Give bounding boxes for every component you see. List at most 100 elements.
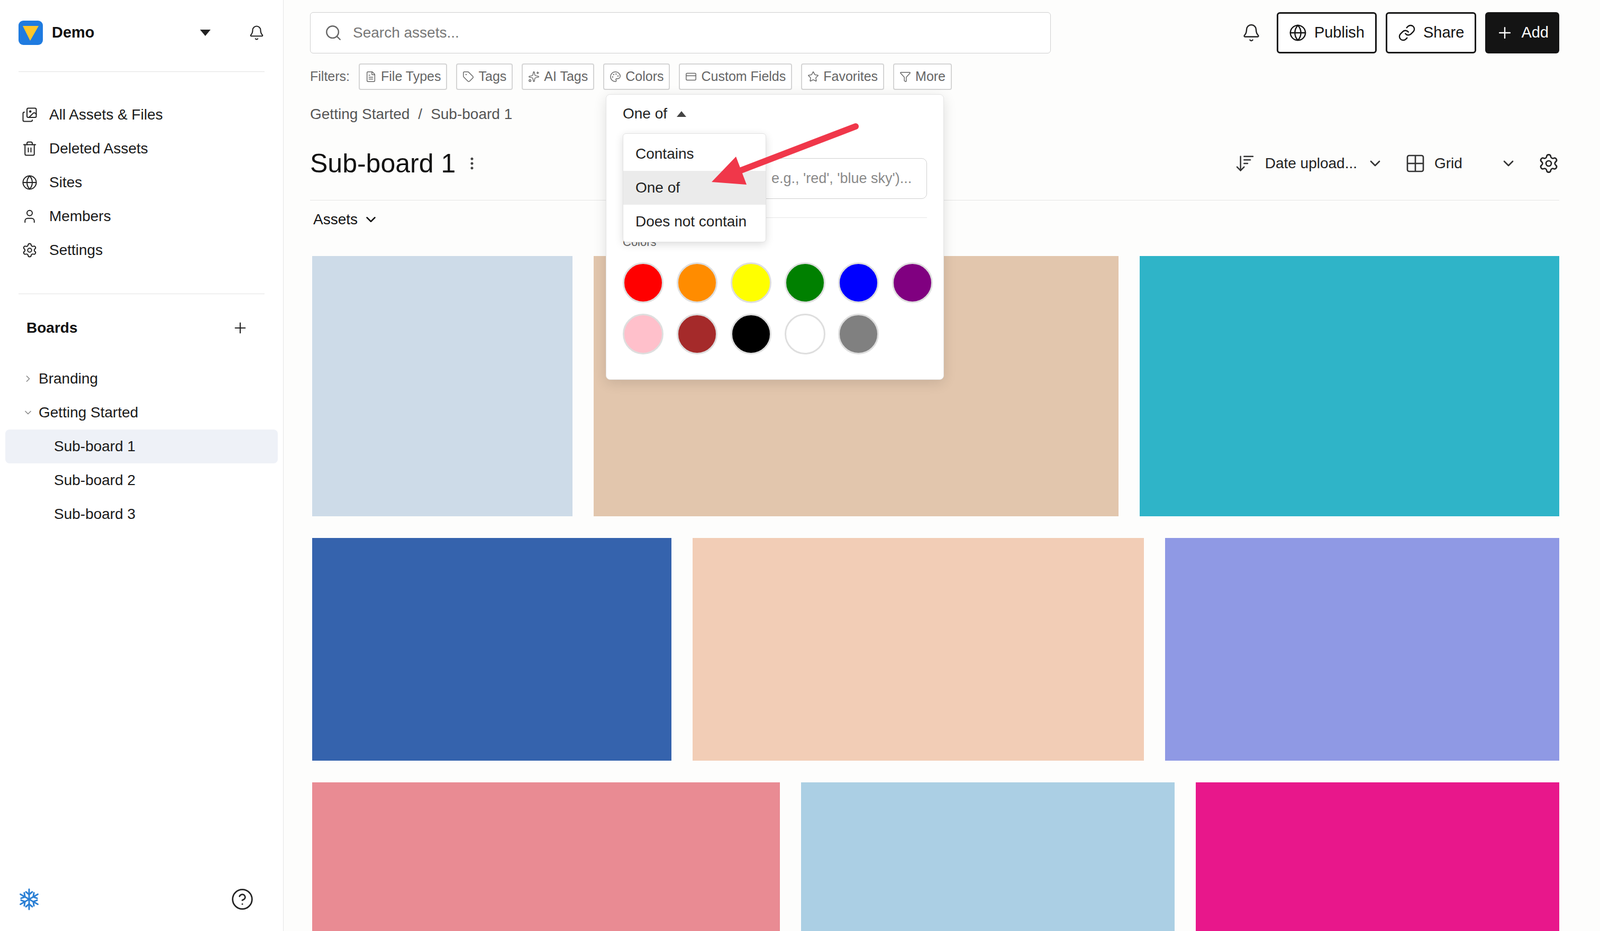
operator-option[interactable]: Does not contain (623, 204, 766, 239)
nav-item[interactable]: All Assets & Files (18, 97, 265, 132)
board-item[interactable]: Branding (5, 361, 278, 396)
asset-row (312, 538, 1560, 761)
chevron-right-icon[interactable] (22, 373, 34, 385)
asset-tile[interactable] (312, 538, 672, 761)
ai-icon (528, 70, 540, 83)
board-title: Sub-board 1 (310, 143, 456, 184)
filter-chip[interactable]: Favorites (801, 63, 885, 90)
filter-chip[interactable]: Custom Fields (678, 63, 793, 90)
board-item[interactable]: Sub-board 2 (5, 463, 278, 498)
color-swatch[interactable] (838, 262, 879, 304)
caret-up-icon[interactable] (676, 111, 687, 117)
grid-view-icon (1404, 152, 1426, 175)
asset-tile[interactable] (1165, 538, 1560, 761)
color-swatches (622, 262, 935, 355)
more-options-icon[interactable] (464, 155, 480, 172)
operator-select[interactable]: One of (622, 102, 687, 126)
snowflake-icon[interactable] (17, 887, 41, 912)
breadcrumb-separator: / (417, 103, 423, 126)
color-swatch[interactable] (784, 262, 826, 304)
top-bar: Search assets... PublishShareAdd (310, 12, 1560, 54)
gear-icon (21, 242, 38, 259)
color-swatch[interactable] (622, 262, 664, 304)
chevron-down-icon (1366, 155, 1384, 172)
asset-row (312, 782, 1560, 931)
chevron-down-icon[interactable] (22, 407, 34, 418)
card-icon (685, 70, 697, 83)
color-swatch[interactable] (730, 313, 772, 355)
asset-tile[interactable] (1139, 256, 1560, 517)
link-icon (1397, 23, 1416, 42)
gear-icon[interactable] (1538, 152, 1560, 175)
share-button[interactable]: Share (1385, 12, 1477, 54)
asset-tile[interactable] (1195, 782, 1560, 931)
funnel-icon (899, 70, 912, 83)
color-swatch[interactable] (622, 313, 664, 355)
chevron-down-icon (362, 211, 379, 228)
annotation-arrow-icon (698, 116, 868, 196)
sidebar-divider (18, 293, 265, 295)
filter-chip[interactable]: File Types (358, 63, 448, 90)
plus-icon (1495, 23, 1514, 42)
operator-menu: ContainsOne ofDoes not contain (622, 133, 767, 243)
workspace-name[interactable]: Demo (51, 21, 95, 45)
add-board-icon[interactable] (231, 319, 249, 337)
board-item[interactable]: Sub-board 3 (5, 497, 278, 532)
color-swatch[interactable] (730, 262, 772, 304)
view-select[interactable]: Grid (1404, 152, 1517, 175)
board-item[interactable]: Getting Started (5, 395, 278, 430)
asset-tile[interactable] (692, 538, 1144, 761)
globe-icon (21, 174, 38, 191)
app: Demo All Assets & FilesDeleted AssetsSite… (0, 0, 1600, 931)
breadcrumb-item[interactable]: Getting Started (310, 103, 410, 126)
breadcrumb-item[interactable]: Sub-board 1 (430, 103, 513, 126)
nav-item[interactable]: Deleted Assets (18, 131, 265, 166)
workspace-logo-icon (18, 20, 43, 45)
workspace-caret-icon[interactable] (200, 29, 211, 36)
nav-item[interactable]: Settings (18, 233, 265, 268)
workspace-header[interactable]: Demo (18, 12, 265, 54)
assets-icon (21, 106, 38, 123)
color-swatch[interactable] (892, 262, 933, 304)
search-icon (324, 23, 343, 42)
asset-tile[interactable] (312, 782, 780, 931)
asset-tile[interactable] (801, 782, 1175, 931)
filter-chip[interactable]: Tags (456, 63, 513, 90)
chevron-down-icon (1500, 155, 1517, 172)
star-icon (807, 70, 820, 83)
color-swatch[interactable] (676, 262, 718, 304)
color-swatch[interactable] (838, 313, 879, 355)
nav-item[interactable]: Members (18, 199, 265, 234)
add-button[interactable]: Add (1485, 12, 1560, 54)
sidebar-footer (17, 887, 266, 912)
palette-icon (609, 70, 622, 83)
nav-item[interactable]: Sites (18, 165, 265, 200)
help-icon[interactable] (230, 887, 254, 912)
main-content: Search assets...PublishShareAddFilters:F… (283, 0, 1600, 931)
sidebar-divider (18, 71, 265, 72)
asset-tile[interactable] (312, 256, 573, 517)
filter-popover: One ofe.g., 'red', 'blue sky')...ColorsC… (605, 94, 944, 380)
sort-select[interactable]: Date upload... (1234, 152, 1384, 175)
publish-button[interactable]: Publish (1276, 12, 1377, 54)
color-swatch[interactable] (784, 313, 826, 355)
user-icon (21, 208, 38, 225)
sidebar-nav: All Assets & FilesDeleted AssetsSitesMem… (18, 97, 265, 268)
filter-chip[interactable]: AI Tags (521, 63, 595, 90)
board-item[interactable]: Sub-board 1 (5, 429, 278, 464)
tag-icon (462, 70, 475, 83)
search-field[interactable]: Search assets... (310, 12, 1051, 54)
boards-tree: BrandingGetting StartedSub-board 1Sub-bo… (5, 361, 278, 532)
sidebar: Demo All Assets & FilesDeleted AssetsSite… (0, 0, 284, 931)
operator-option[interactable]: One of (623, 170, 766, 205)
color-swatch[interactable] (676, 313, 718, 355)
boards-header: Boards (18, 311, 265, 345)
filter-chip[interactable]: Colors (603, 63, 670, 90)
trash-icon (21, 140, 38, 157)
file-icon (365, 70, 377, 83)
bell-icon[interactable] (248, 24, 265, 41)
sort-icon (1234, 152, 1256, 175)
filters-row: Filters:File TypesTagsAI TagsColorsCusto… (310, 63, 1560, 90)
bell-icon[interactable] (1241, 23, 1261, 43)
filter-chip[interactable]: More (893, 63, 952, 90)
